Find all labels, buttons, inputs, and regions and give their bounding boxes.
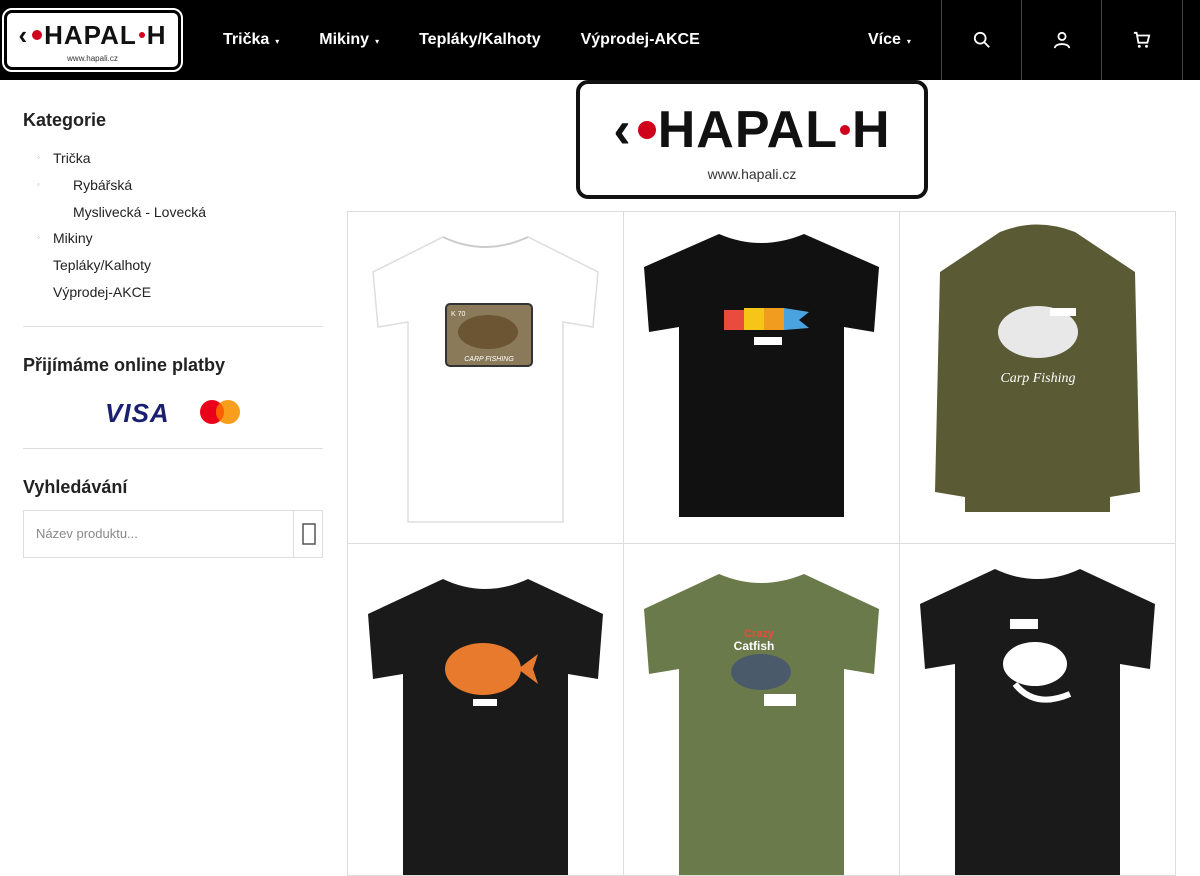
logo-text-h: H: [146, 19, 167, 50]
chevron-down-icon: ▾: [275, 37, 280, 46]
print-code: K 70: [451, 311, 466, 318]
search-icon: [973, 31, 990, 48]
nav-item-vyprodej[interactable]: Výprodej-AKCE: [581, 31, 700, 49]
logo-hook-icon: ‹: [613, 100, 632, 159]
logo-hook-icon: ‹: [18, 19, 29, 50]
header-search-button[interactable]: [941, 0, 1021, 80]
logo-wordmark: ‹ HAPAL H: [18, 18, 166, 52]
search-form: [23, 509, 323, 558]
nav-label: Tepláky/Kalhoty: [419, 31, 541, 48]
category-list: ◦ Trička ◦ Rybářská Myslivecká - Lovecká ◦…: [23, 145, 323, 306]
nav-item-mikiny[interactable]: Mikiny ▾: [319, 31, 379, 49]
category-label: Mikiny: [53, 230, 93, 247]
nav-label: Mikiny: [319, 31, 370, 48]
payments-title: Přijímáme online platby: [23, 354, 226, 375]
logo-dot-icon: [32, 29, 43, 40]
nav-item-teplaky[interactable]: Tepláky/Kalhoty: [419, 31, 541, 49]
print-text: Carp Fishing: [1000, 371, 1075, 386]
print-label: CARP FISHING: [464, 356, 514, 363]
product-card[interactable]: [347, 543, 624, 876]
tshirt-image: Crazy Catfish: [644, 574, 879, 875]
payment-logos: VISA: [23, 398, 323, 428]
bullet-icon: ◦: [37, 233, 40, 243]
search-input[interactable]: [24, 510, 293, 557]
banner-logo-text: HAPAL: [657, 100, 838, 159]
logo-dot-icon: [840, 124, 850, 135]
category-item[interactable]: Myslivecká - Lovecká: [23, 199, 323, 226]
sidebar: Kategorie ◦ Trička ◦ Rybářská Myslivecká -…: [23, 80, 323, 558]
search-icon: [301, 523, 316, 545]
mastercard-logo: [200, 399, 240, 424]
category-label: Rybářská: [73, 176, 133, 193]
divider: [23, 447, 323, 449]
product-card[interactable]: K 70 CARP FISHING: [347, 211, 624, 544]
cart-icon: [1133, 31, 1151, 48]
main-nav: Trička ▾ Mikiny ▾ Tepláky/Kalhoty Výprod…: [223, 0, 740, 80]
category-item[interactable]: ◦ Trička: [23, 145, 323, 172]
category-label: Trička: [53, 150, 91, 166]
nav-more-label: Více: [868, 31, 901, 48]
category-label: Výprodej-AKCE: [53, 283, 152, 300]
divider: [23, 325, 323, 327]
tshirt-image: [644, 234, 879, 517]
tshirt-image: [368, 579, 603, 875]
banner-logo-h: H: [852, 100, 891, 159]
header-account-button[interactable]: [1021, 0, 1101, 80]
top-header: ‹ HAPAL H www.hapali.cz Trička ▾ Mikiny …: [0, 0, 1200, 80]
tshirt-image: K 70 CARP FISHING: [372, 236, 599, 523]
logo-url: www.hapali.cz: [67, 53, 118, 63]
category-item[interactable]: Výprodej-AKCE: [23, 279, 323, 306]
print-line-2: Catfish: [734, 639, 775, 653]
categories-title: Kategorie: [23, 110, 107, 130]
nav-label: Výprodej-AKCE: [580, 31, 700, 48]
category-item[interactable]: Tepláky/Kalhoty: [23, 252, 323, 279]
banner-wordmark: ‹ HAPAL H: [613, 98, 890, 162]
product-card[interactable]: [899, 543, 1176, 876]
logo-dot-icon: [138, 31, 145, 38]
category-label: Tepláky/Kalhoty: [53, 257, 152, 274]
tshirt-image: [920, 569, 1155, 875]
nav-label: Trička: [223, 31, 270, 48]
brand-banner[interactable]: ‹ HAPAL H www.hapali.cz: [576, 80, 928, 199]
nav-more-button[interactable]: Více ▾: [868, 0, 911, 80]
bullet-icon: ◦: [37, 179, 40, 189]
logo-text: HAPAL: [44, 19, 137, 50]
site-logo[interactable]: ‹ HAPAL H www.hapali.cz: [2, 8, 183, 72]
category-item[interactable]: ◦ Mikiny: [23, 225, 323, 252]
search-submit-button[interactable]: [293, 510, 323, 557]
banner-url: www.hapali.cz: [707, 165, 797, 182]
category-item[interactable]: ◦ Rybářská: [23, 172, 323, 199]
search-title: Vyhledávání: [23, 476, 128, 497]
chevron-down-icon: ▾: [375, 37, 380, 46]
header-cart-button[interactable]: [1101, 0, 1183, 80]
bullet-icon: ◦: [37, 153, 40, 162]
product-card[interactable]: Carp Fishing: [899, 211, 1176, 544]
chevron-down-icon: ▾: [906, 37, 911, 46]
nav-item-tricka[interactable]: Trička ▾: [223, 31, 279, 49]
user-icon: [1053, 31, 1070, 49]
product-card[interactable]: [623, 211, 900, 544]
category-label: Myslivecká - Lovecká: [73, 203, 207, 220]
logo-dot-icon: [637, 120, 656, 139]
visa-logo: VISA: [105, 397, 170, 428]
product-card[interactable]: Crazy Catfish: [623, 543, 900, 876]
hoodie-image: Carp Fishing: [935, 224, 1140, 512]
